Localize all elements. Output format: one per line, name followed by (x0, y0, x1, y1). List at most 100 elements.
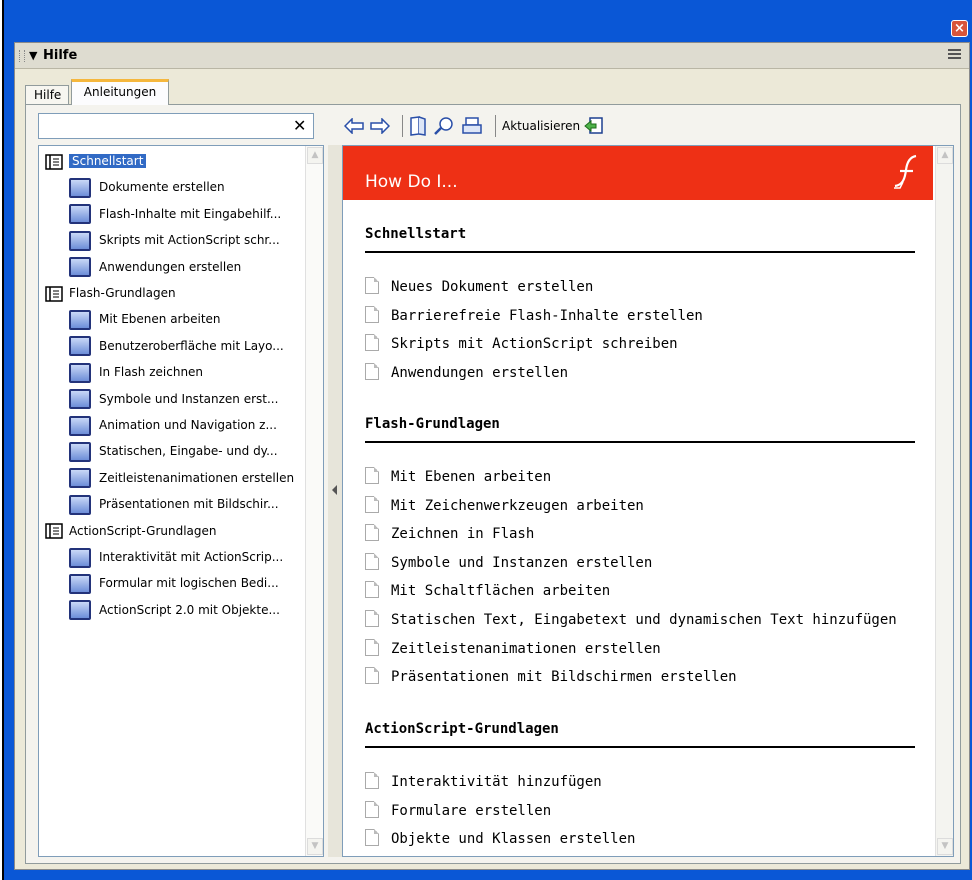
doc-link-label: Statischen Text, Eingabetext und dynamis… (391, 612, 897, 628)
doc-link[interactable]: Mit Ebenen arbeiten (365, 467, 551, 489)
tree-panel[interactable]: Schnellstart Dokumente erstellen Flash-Inh… (38, 145, 324, 857)
tree-item-label: Statischen, Eingabe- und dy... (99, 444, 278, 459)
tree-group-label: Flash-Grundlagen (69, 286, 176, 300)
tree-item[interactable]: Benutzeroberfläche mit Layo... (69, 334, 284, 358)
clear-search-icon[interactable]: ✕ (293, 116, 306, 136)
page-icon (69, 204, 91, 225)
panel-header[interactable]: ▼ Hilfe (15, 43, 969, 69)
doc-link[interactable]: Zeichnen in Flash (365, 524, 534, 546)
doc-link[interactable]: Symbole und Instanzen erstellen (365, 552, 653, 575)
doc-link[interactable]: Skripts mit ActionScript schreiben (365, 334, 678, 356)
book-icon (45, 523, 63, 539)
page-icon (69, 336, 91, 357)
tree-item[interactable]: Formular mit logischen Bedi... (69, 571, 279, 595)
page-icon (69, 468, 91, 489)
refresh-label[interactable]: Aktualisieren (502, 119, 580, 133)
tree-item-label: ActionScript 2.0 mit Objekte... (99, 602, 280, 617)
grip-icon[interactable] (19, 50, 25, 62)
doc-link[interactable]: Statischen Text, Eingabetext und dynamis… (365, 610, 897, 632)
doc-link[interactable]: Präsentationen mit Bildschirmen erstelle… (365, 667, 737, 689)
doc-link[interactable]: Barrierefreie Flash-Inhalte erstellen (365, 305, 703, 328)
tree-group[interactable]: Flash-Grundlagen (45, 281, 176, 305)
hero-title: How Do I... (365, 172, 458, 192)
document-icon (365, 581, 379, 599)
tree-item[interactable]: Präsentationen mit Bildschir... (69, 492, 279, 516)
section-heading: Flash-Grundlagen (365, 416, 500, 432)
tab-hilfe[interactable]: Hilfe (25, 85, 69, 105)
document-icon (365, 800, 379, 818)
close-button[interactable]: × (951, 20, 968, 37)
help-panel: ▼ Hilfe Hilfe Anleitungen ✕ Aktualisiere… (14, 42, 970, 870)
doc-link[interactable]: Mit Schaltflächen arbeiten (365, 581, 610, 603)
doc-link[interactable]: Neues Dokument erstellen (365, 277, 593, 299)
doc-link[interactable]: Interaktivität hinzufügen (365, 772, 602, 794)
collapse-arrow-icon[interactable]: ▼ (29, 43, 37, 69)
tree-item[interactable]: In Flash zeichnen (69, 360, 203, 384)
tree-item-label: Flash-Inhalte mit Eingabehilf... (99, 206, 282, 221)
doc-link-label: Anwendungen erstellen (391, 364, 569, 381)
forward-arrow-icon[interactable] (370, 118, 390, 134)
document-icon (365, 467, 379, 484)
doc-link-label: Mit Schaltflächen arbeiten (391, 583, 611, 600)
tree-item[interactable]: Symbole und Instanzen erst... (69, 387, 278, 411)
search-icon[interactable] (433, 116, 455, 136)
tree-item[interactable]: Animation und Navigation z... (69, 413, 277, 437)
doc-link-label: Mit Ebenen arbeiten (391, 469, 552, 485)
back-arrow-icon[interactable] (344, 118, 364, 134)
doc-link[interactable]: Objekte und Klassen erstellen (365, 829, 635, 851)
scroll-up-icon[interactable]: ▲ (307, 147, 323, 164)
scroll-down-icon[interactable]: ▼ (307, 838, 323, 855)
print-icon[interactable] (461, 116, 483, 136)
doc-link-label: Symbole und Instanzen erstellen (391, 554, 653, 571)
document-icon (365, 334, 379, 352)
doc-link-label: Skripts mit ActionScript schreiben (391, 336, 678, 353)
hero-banner: How Do I... (343, 146, 933, 200)
tree-item[interactable]: Zeitleistenanimationen erstellen (69, 466, 294, 490)
tree-item[interactable]: ActionScript 2.0 mit Objekte... (69, 598, 280, 622)
section-divider (365, 441, 915, 443)
scroll-down-icon[interactable]: ▼ (937, 838, 953, 855)
page-icon (69, 177, 91, 198)
doc-link-label: Präsentationen mit Bildschirmen erstelle… (391, 669, 737, 686)
page-icon (69, 441, 91, 462)
tree-item[interactable]: Skripts mit ActionScript schr... (69, 228, 280, 252)
collapse-left-icon[interactable] (332, 485, 337, 495)
document-icon (365, 667, 379, 685)
tree-item[interactable]: Anwendungen erstellen (69, 255, 241, 279)
flash-logo-icon (894, 154, 917, 189)
document-icon (365, 638, 379, 656)
tree-group[interactable]: Schnellstart (45, 149, 147, 173)
options-menu-icon[interactable] (948, 49, 961, 62)
tree-item[interactable]: Interaktivität mit ActionScrip... (69, 545, 283, 569)
tree-item[interactable]: Mit Ebenen arbeiten (69, 307, 221, 331)
tree-group[interactable]: ActionScript-Grundlagen (45, 519, 217, 543)
doc-link[interactable]: Zeitleistenanimationen erstellen (365, 638, 661, 661)
search-input[interactable] (38, 113, 314, 139)
tab-anleitungen[interactable]: Anleitungen (71, 79, 169, 105)
document-icon (365, 552, 379, 570)
doc-link[interactable]: Anwendungen erstellen (365, 362, 569, 385)
doc-link-label: Interaktivität hinzufügen (391, 774, 602, 790)
doc-link[interactable]: Formulare erstellen (365, 800, 552, 823)
doc-link-label: Formulare erstellen (391, 802, 552, 819)
close-icon: × (954, 21, 965, 36)
scroll-up-icon[interactable]: ▲ (937, 147, 953, 164)
document-scrollbar[interactable]: ▲ ▼ (935, 146, 953, 856)
doc-link[interactable]: Mit Zeichenwerkzeugen arbeiten (365, 495, 644, 518)
page-icon (69, 362, 91, 383)
tree-item[interactable]: Flash-Inhalte mit Eingabehilf... (69, 202, 281, 226)
tree-item-label: Anwendungen erstellen (99, 259, 242, 274)
tree-item[interactable]: Statischen, Eingabe- und dy... (69, 439, 278, 463)
refresh-icon[interactable] (584, 117, 604, 135)
panel-splitter[interactable] (328, 145, 342, 857)
page-icon (69, 257, 91, 278)
tree-group-label: ActionScript-Grundlagen (69, 523, 217, 538)
tree-item-label: Zeitleistenanimationen erstellen (99, 470, 295, 485)
toolbar-separator (402, 115, 403, 137)
tree-scrollbar[interactable]: ▲ ▼ (305, 146, 323, 856)
page-icon (69, 547, 91, 568)
page-icon (69, 230, 91, 251)
book-icon[interactable] (409, 116, 427, 136)
tree-item[interactable]: Dokumente erstellen (69, 175, 225, 199)
doc-link-label: Barrierefreie Flash-Inhalte erstellen (391, 307, 703, 324)
